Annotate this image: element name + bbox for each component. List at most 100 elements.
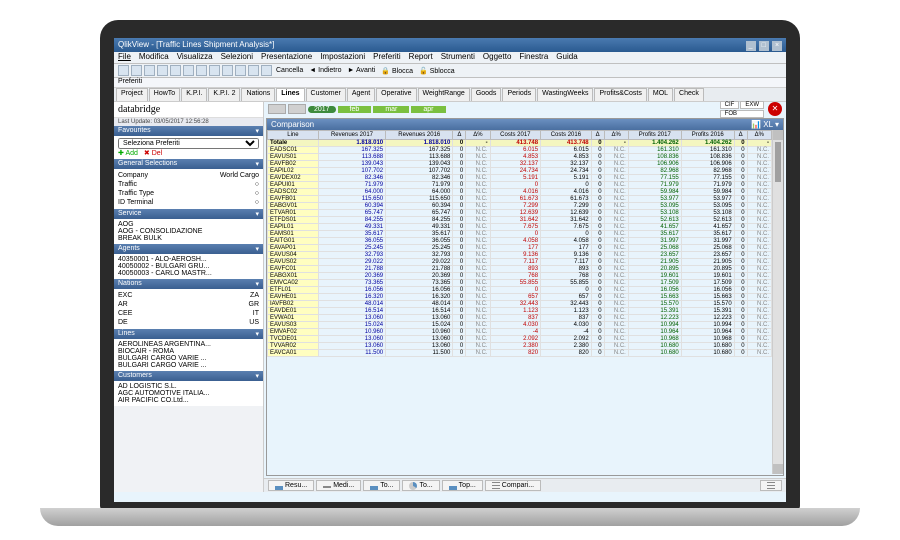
menu-presentazione[interactable]: Presentazione xyxy=(261,52,312,63)
table-row[interactable]: TVVAR0213.06013.0600N.C.2.3802.3800N.C.1… xyxy=(268,343,772,350)
column-header[interactable]: Line xyxy=(268,131,319,140)
list-item[interactable]: 40050002 - BULGARI GRU... xyxy=(118,263,259,270)
result-chart-button[interactable]: Resu... xyxy=(268,480,314,491)
collapse-icon[interactable]: ▾ xyxy=(255,245,259,253)
tab-periods[interactable]: Periods xyxy=(502,88,536,101)
table-row[interactable]: EAPUI0171.97971.9790N.C.000N.C.71.97971.… xyxy=(268,182,772,189)
table-row[interactable]: EAVUS0315.02415.0240N.C.4.0304.0300N.C.1… xyxy=(268,322,772,329)
table-row[interactable]: EAVUS0432.79332.7930N.C.9.1369.1360N.C.2… xyxy=(268,252,772,259)
vertical-scrollbar[interactable] xyxy=(772,130,783,474)
del-button[interactable]: ✖ Del xyxy=(144,149,162,157)
column-header[interactable]: Costs 2017 xyxy=(490,131,541,140)
table-row[interactable]: EAVFB01115.650115.6500N.C.61.67361.6730N… xyxy=(268,196,772,203)
year-pill[interactable]: 2017 xyxy=(308,106,336,113)
tool-indietro[interactable]: ◄ Indietro xyxy=(307,67,343,74)
table-row[interactable]: EVWA0113.06013.0600N.C.8378370N.C.12.223… xyxy=(268,315,772,322)
table-row[interactable]: EAVAP0125.24525.2450N.C.1771770N.C.25.06… xyxy=(268,245,772,252)
table-row[interactable]: EAITG0136.05536.0550N.C.4.0584.0580N.C.3… xyxy=(268,238,772,245)
tab-customer[interactable]: Customer xyxy=(306,88,346,101)
menu-selezioni[interactable]: Selezioni xyxy=(221,52,253,63)
column-header[interactable]: Δ% xyxy=(604,131,628,140)
scroll-up-icon[interactable] xyxy=(773,130,783,140)
close-grid-icon[interactable]: ▾ xyxy=(775,120,779,129)
month-feb[interactable]: feb xyxy=(338,106,372,113)
list-item[interactable]: AGC AUTOMOTIVE ITALIA... xyxy=(118,390,259,397)
tool-clear-icon[interactable] xyxy=(261,65,272,76)
list-item[interactable]: BREAK BULK xyxy=(118,235,259,242)
column-header[interactable]: Costs 2016 xyxy=(541,131,592,140)
tab-check[interactable]: Check xyxy=(674,88,704,101)
table-row[interactable]: EAVCA0111.50011.5000N.C.8208200N.C.10.68… xyxy=(268,350,772,357)
exw-button[interactable]: EXW xyxy=(740,101,764,109)
menu-modifica[interactable]: Modifica xyxy=(139,52,169,63)
tool-layout-icon[interactable] xyxy=(222,65,233,76)
column-header[interactable]: Δ% xyxy=(466,131,490,140)
tab-kpi2[interactable]: K.P.I. 2 xyxy=(208,88,240,101)
tab-weightrange[interactable]: WeightRange xyxy=(418,88,470,101)
table-row[interactable]: EAVFC0121.78821.7880N.C.8938930N.C.20.89… xyxy=(268,266,772,273)
export-icon[interactable]: 📊 xyxy=(751,120,761,129)
table-row[interactable]: ETVAR0165.74765.7470N.C.12.63912.6390N.C… xyxy=(268,210,772,217)
table-row[interactable]: EAVDE0116.51416.5140N.C.1.1231.1230N.C.1… xyxy=(268,308,772,315)
column-header[interactable]: Δ xyxy=(591,131,604,140)
scroll-thumb[interactable] xyxy=(775,142,781,182)
table-row[interactable]: EAVUS01113.688113.6880N.C.4.8534.8530N.C… xyxy=(268,154,772,161)
tool-undo-icon[interactable] xyxy=(183,65,194,76)
tool-new-icon[interactable] xyxy=(118,65,129,76)
scroll-down-icon[interactable] xyxy=(773,464,783,474)
menu-preferiti[interactable]: Preferiti xyxy=(373,52,401,63)
table-row[interactable]: EMVAF0210.96010.9600N.C.-4-40N.C.10.9641… xyxy=(268,329,772,336)
tab-mol[interactable]: MOL xyxy=(648,88,673,101)
table-row[interactable]: EADSC01167.325167.3250N.C.6.0156.0150N.C… xyxy=(268,147,772,154)
list-item[interactable]: BIOCAIR - ROMA xyxy=(118,348,259,355)
column-header[interactable]: Profits 2016 xyxy=(681,131,734,140)
table-row[interactable]: ETFL0116.05616.0560N.C.000N.C.16.05616.0… xyxy=(268,287,772,294)
table-row[interactable]: EAMS0135.61735.6170N.C.000N.C.35.61735.6… xyxy=(268,231,772,238)
tab-goods[interactable]: Goods xyxy=(471,88,502,101)
tab-kpi[interactable]: K.P.I. xyxy=(181,88,207,101)
table-row[interactable]: ETFDS0184.25584.2550N.C.31.64231.6420N.C… xyxy=(268,217,772,224)
table-row[interactable]: EAVFB02139.043139.0430N.C.32.13732.1370N… xyxy=(268,161,772,168)
collapse-icon[interactable]: ▾ xyxy=(255,210,259,218)
tool-open-icon[interactable] xyxy=(131,65,142,76)
list-item[interactable]: AIR PACIFIC CO.Ltd... xyxy=(118,397,259,404)
tool-sblocca[interactable]: 🔓 Sblocca xyxy=(417,67,457,75)
table-row[interactable]: EABGX0120.36920.3690N.C.7687680N.C.19.60… xyxy=(268,273,772,280)
tab-wastingweeks[interactable]: WastingWeeks xyxy=(537,88,593,101)
tab-nations[interactable]: Nations xyxy=(241,88,275,101)
list-item[interactable]: AD LOGISTIC S.L. xyxy=(118,383,259,390)
menu-guida[interactable]: Guida xyxy=(556,52,577,63)
maximize-button[interactable]: □ xyxy=(759,41,769,51)
cif-button[interactable]: CIF xyxy=(720,101,740,109)
month-mar[interactable]: mar xyxy=(373,106,409,113)
list-item[interactable]: BULGARI CARGO VARIE ... xyxy=(118,355,259,362)
tool-avanti[interactable]: ► Avanti xyxy=(345,67,377,74)
menu-oggetto[interactable]: Oggetto xyxy=(483,52,511,63)
menu-report[interactable]: Report xyxy=(409,52,433,63)
column-header[interactable]: Δ% xyxy=(747,131,771,140)
collapse-icon[interactable]: ▾ xyxy=(255,127,259,135)
list-item[interactable]: BULGARI CARGO VARIE ... xyxy=(118,362,259,369)
table-row[interactable]: EAPIL0149.33149.3310N.C.7.6757.6750N.C.4… xyxy=(268,224,772,231)
column-header[interactable]: Δ xyxy=(453,131,466,140)
tab-agent[interactable]: Agent xyxy=(347,88,375,101)
table-row[interactable]: IAVFB0248.01448.0140N.C.32.44332.4430N.C… xyxy=(268,301,772,308)
menu-finestra[interactable]: Finestra xyxy=(519,52,548,63)
tool-chart-icon[interactable] xyxy=(235,65,246,76)
to-pie-button[interactable]: To... xyxy=(402,480,439,491)
medi-chart-button[interactable]: Medi... xyxy=(316,480,361,491)
table-row[interactable]: EAVHE0116.32016.3200N.C.6576570N.C.15.66… xyxy=(268,294,772,301)
compari-button[interactable]: Compari... xyxy=(485,480,541,491)
fob-button[interactable]: FOB xyxy=(720,110,764,118)
column-header[interactable]: Revenues 2017 xyxy=(318,131,385,140)
excel-icon[interactable]: XL xyxy=(763,120,773,129)
to-chart-button[interactable]: To... xyxy=(363,480,400,491)
table-row[interactable]: EADSC0264.00064.0000N.C.4.0164.0160N.C.5… xyxy=(268,189,772,196)
column-header[interactable]: Profits 2017 xyxy=(628,131,681,140)
menu-strumenti[interactable]: Strumenti xyxy=(441,52,475,63)
kg-button[interactable] xyxy=(268,104,286,114)
menu-impostazioni[interactable]: Impostazioni xyxy=(320,52,365,63)
menu-visualizza[interactable]: Visualizza xyxy=(177,52,213,63)
list-item[interactable]: 40050003 - CARLO MASTR... xyxy=(118,270,259,277)
unit-button[interactable] xyxy=(288,104,306,114)
